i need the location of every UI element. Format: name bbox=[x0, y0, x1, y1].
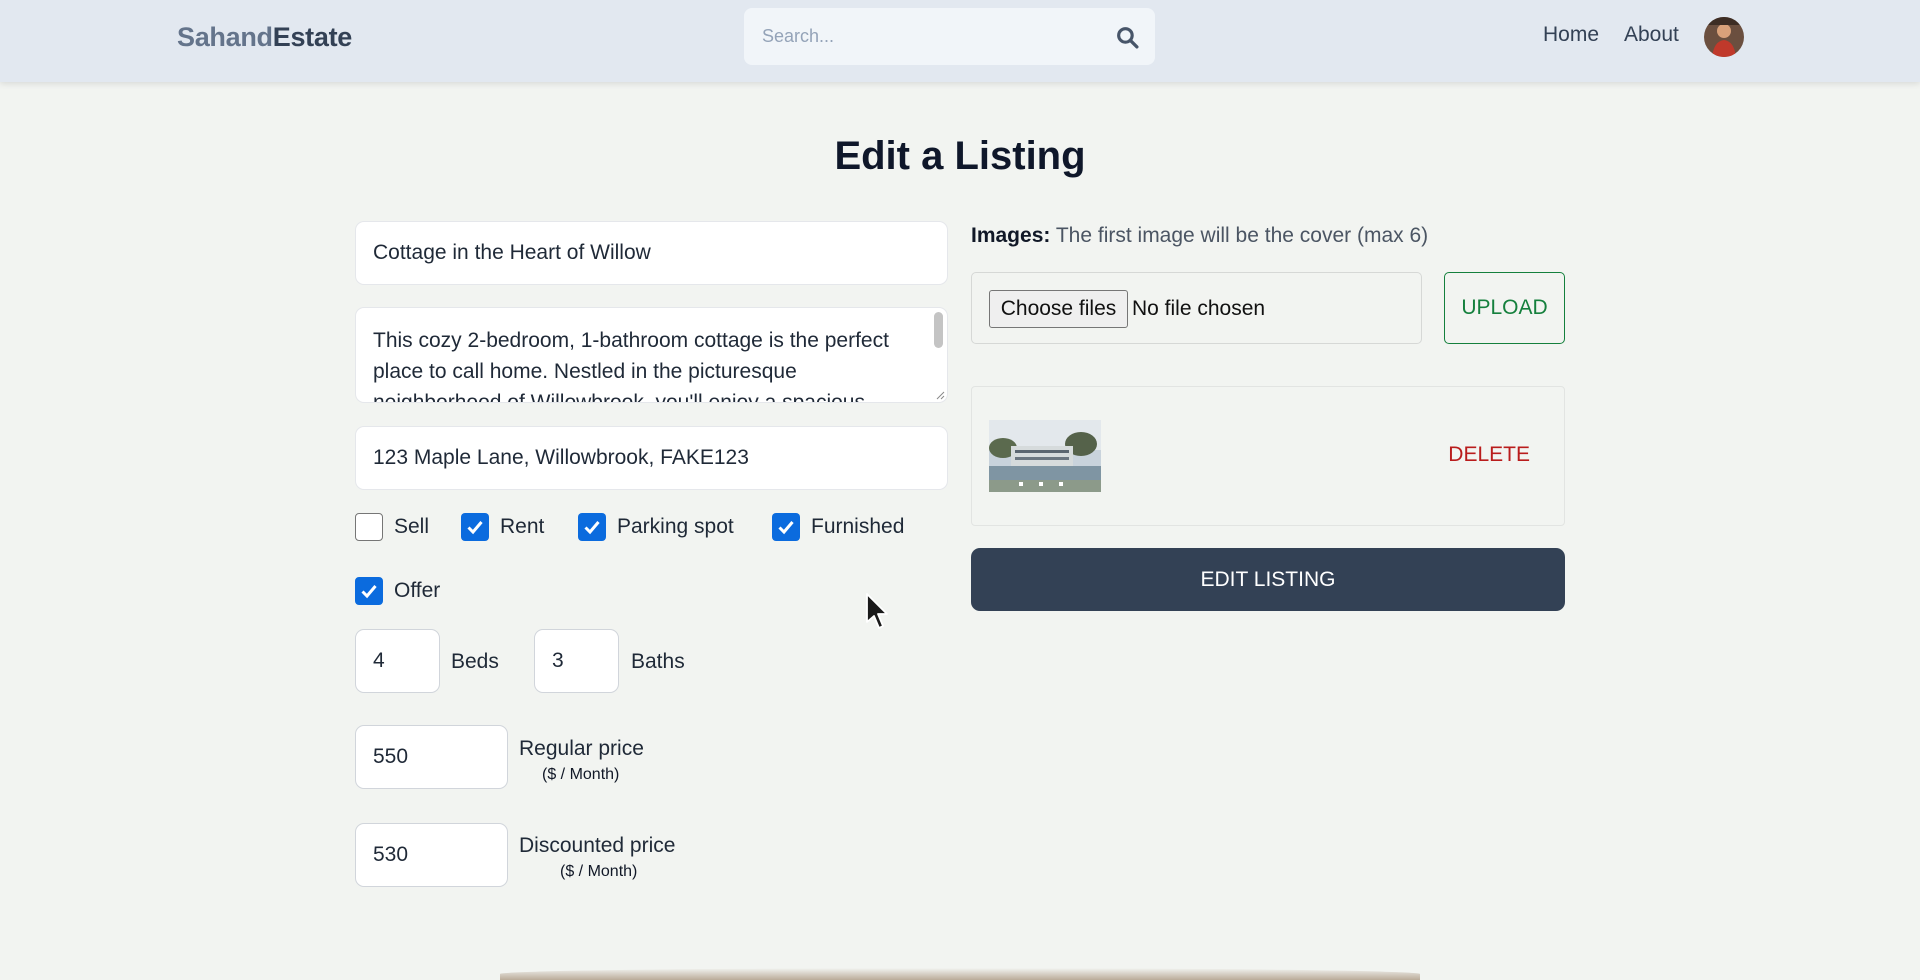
nav-home-link[interactable]: Home bbox=[1543, 23, 1599, 47]
listing-image-thumbnail bbox=[989, 420, 1101, 492]
page-title: Edit a Listing bbox=[834, 134, 1086, 178]
rent-checkbox-item[interactable]: Rent bbox=[461, 513, 544, 541]
resize-grip-icon[interactable] bbox=[935, 390, 945, 400]
rent-checkbox[interactable] bbox=[461, 513, 489, 541]
checkmark-icon bbox=[361, 585, 377, 599]
images-label-hint: The first image will be the cover (max 6… bbox=[1055, 224, 1429, 247]
sell-label: Sell bbox=[394, 515, 430, 538]
description-text: This cozy 2-bedroom, 1-bathroom cottage … bbox=[373, 329, 889, 403]
offer-label: Offer bbox=[394, 579, 441, 602]
mouse-cursor-icon bbox=[866, 593, 888, 629]
logo-part-sahand: Sahand bbox=[177, 22, 273, 52]
parking-checkbox-item[interactable]: Parking spot bbox=[578, 513, 734, 541]
edit-listing-button[interactable]: EDIT LISTING bbox=[971, 548, 1565, 611]
regular-price-input[interactable]: 550 bbox=[355, 725, 508, 789]
baths-input[interactable]: 3 bbox=[534, 629, 619, 693]
discounted-price-label: Discounted price bbox=[519, 834, 676, 857]
beds-label: Beds bbox=[451, 650, 499, 673]
search-input[interactable] bbox=[762, 16, 1092, 57]
regular-price-unit: ($ / Month) bbox=[542, 766, 620, 783]
site-logo[interactable]: SahandEstate bbox=[177, 22, 352, 53]
bottom-edge-shadow bbox=[500, 968, 1420, 980]
checkmark-icon bbox=[584, 521, 600, 535]
nav-about-link[interactable]: About bbox=[1624, 23, 1679, 47]
regular-price-label: Regular price bbox=[519, 737, 644, 760]
textarea-scrollbar[interactable] bbox=[934, 312, 943, 348]
file-input[interactable]: Choose files No file chosen bbox=[971, 272, 1422, 344]
description-textarea[interactable]: This cozy 2-bedroom, 1-bathroom cottage … bbox=[355, 307, 948, 403]
furnished-checkbox-item[interactable]: Furnished bbox=[772, 513, 904, 541]
rent-label: Rent bbox=[500, 515, 545, 538]
delete-image-button[interactable]: DELETE bbox=[1448, 443, 1530, 467]
images-label: Images: The first image will be the cove… bbox=[971, 224, 1428, 248]
checkmark-icon bbox=[778, 521, 794, 535]
offer-checkbox-item[interactable]: Offer bbox=[355, 577, 440, 605]
search-bar bbox=[744, 8, 1155, 65]
address-input[interactable] bbox=[355, 426, 948, 490]
parking-label: Parking spot bbox=[617, 515, 734, 538]
avatar[interactable] bbox=[1704, 17, 1744, 57]
offer-checkbox[interactable] bbox=[355, 577, 383, 605]
uploaded-image-row: DELETE bbox=[971, 386, 1565, 526]
no-file-chosen-text: No file chosen bbox=[1132, 297, 1266, 320]
furnished-label: Furnished bbox=[811, 515, 905, 538]
logo-part-estate: Estate bbox=[272, 22, 353, 52]
sell-checkbox-item[interactable]: Sell bbox=[355, 513, 429, 541]
sell-checkbox[interactable] bbox=[355, 513, 383, 541]
site-header: SahandEstate Home About bbox=[0, 0, 1920, 82]
discounted-price-input[interactable]: 530 bbox=[355, 823, 508, 887]
parking-checkbox[interactable] bbox=[578, 513, 606, 541]
images-label-bold: Images: bbox=[971, 224, 1051, 247]
discounted-price-unit: ($ / Month) bbox=[560, 863, 638, 880]
listing-name-input[interactable] bbox=[355, 221, 948, 285]
beds-input[interactable]: 4 bbox=[355, 629, 440, 693]
choose-files-button[interactable]: Choose files bbox=[989, 290, 1128, 328]
checkmark-icon bbox=[467, 521, 483, 535]
search-icon[interactable] bbox=[1115, 25, 1140, 50]
upload-button[interactable]: UPLOAD bbox=[1444, 272, 1565, 344]
furnished-checkbox[interactable] bbox=[772, 513, 800, 541]
baths-label: Baths bbox=[631, 650, 685, 673]
